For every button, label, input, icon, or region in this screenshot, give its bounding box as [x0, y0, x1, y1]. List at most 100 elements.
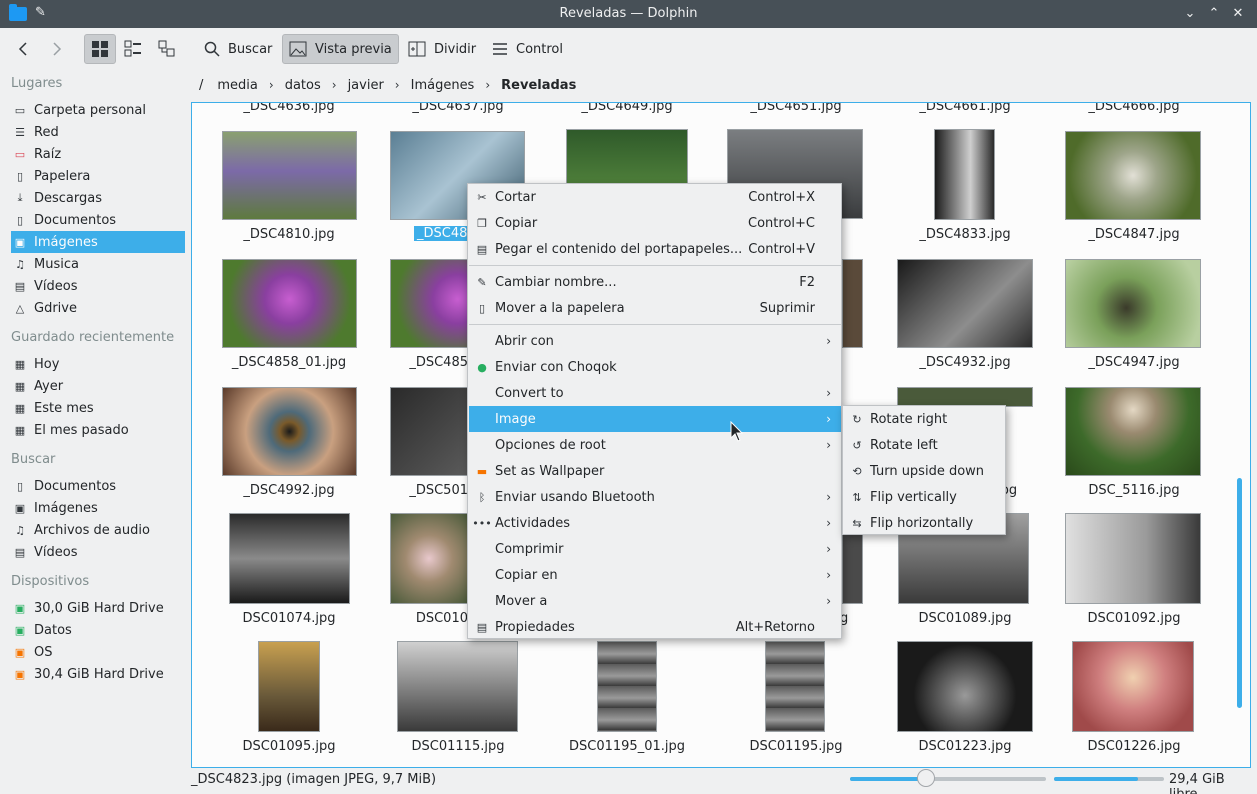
- crumb-root[interactable]: /: [192, 78, 210, 93]
- sidebar-item-search-audio[interactable]: ♫ Archivos de audio: [11, 519, 185, 541]
- file-name[interactable]: _DSC485: [378, 355, 468, 370]
- file-name[interactable]: DSC01089.jpg: [885, 611, 1045, 626]
- image-thumbnail[interactable]: [390, 387, 468, 476]
- menu-item-convert[interactable]: Convert to ›: [469, 380, 841, 406]
- menu-item-copy[interactable]: ❐ Copiar Control+C: [469, 210, 841, 236]
- sidebar-item-search-documents[interactable]: ▯ Documentos: [11, 475, 185, 497]
- menu-item-activities[interactable]: ••• Actividades ›: [469, 510, 841, 536]
- image-thumbnail[interactable]: [597, 641, 657, 732]
- image-thumbnail[interactable]: [390, 513, 468, 604]
- file-name[interactable]: _DSC4666.jpg: [1054, 103, 1214, 114]
- chevron-right-icon[interactable]: ›: [265, 78, 278, 92]
- submenu-item-upside-down[interactable]: ⟲ Turn upside down: [844, 458, 1005, 484]
- sidebar-item-drive-30-4[interactable]: ▣ 30,4 GiB Hard Drive: [11, 663, 185, 685]
- crumb-reveladas[interactable]: Reveladas: [494, 78, 583, 93]
- image-thumbnail[interactable]: [1065, 387, 1201, 476]
- submenu-item-flip-horizontal[interactable]: ⇆ Flip horizontally: [844, 510, 1005, 536]
- menu-item-wallpaper[interactable]: ▬ Set as Wallpaper: [469, 458, 841, 484]
- image-thumbnail[interactable]: [229, 513, 350, 604]
- image-thumbnail[interactable]: [397, 641, 518, 732]
- file-name[interactable]: _DSC4651.jpg: [716, 103, 876, 114]
- forward-button[interactable]: [42, 34, 70, 64]
- vertical-scrollbar[interactable]: [1237, 478, 1242, 708]
- menu-item-root-options[interactable]: Opciones de root ›: [469, 432, 841, 458]
- menu-item-compress[interactable]: Comprimir ›: [469, 536, 841, 562]
- menu-item-paste[interactable]: ▤ Pegar el contenido del portapapeles... C…: [469, 236, 841, 262]
- image-thumbnail[interactable]: [222, 131, 357, 220]
- sidebar-item-downloads[interactable]: ⤓ Descargas: [11, 187, 185, 209]
- file-name[interactable]: DSC01226.jpg: [1054, 739, 1214, 754]
- sidebar-item-home[interactable]: ▭ Carpeta personal: [11, 99, 185, 121]
- chevron-right-icon[interactable]: ›: [391, 78, 404, 92]
- menu-item-rename[interactable]: ✎ Cambiar nombre... F2: [469, 269, 841, 295]
- file-name[interactable]: _DSC4847.jpg: [1054, 227, 1214, 242]
- chevron-right-icon[interactable]: ›: [481, 78, 494, 92]
- minimize-icon[interactable]: ⌄: [1180, 4, 1200, 24]
- menu-item-trash[interactable]: ▯ Mover a la papelera Suprimir: [469, 295, 841, 321]
- sidebar-item-yesterday[interactable]: ▦ Ayer: [11, 375, 185, 397]
- file-name[interactable]: DSC_5116.jpg: [1054, 483, 1214, 498]
- file-name[interactable]: _DSC4637.jpg: [378, 103, 538, 114]
- zoom-slider[interactable]: [850, 777, 1046, 781]
- file-name[interactable]: DSC01195.jpg: [716, 739, 876, 754]
- menu-item-image[interactable]: Image ›: [469, 406, 841, 432]
- image-thumbnail[interactable]: [765, 641, 825, 732]
- sidebar-item-network[interactable]: ☰ Red: [11, 121, 185, 143]
- sidebar-item-last-month[interactable]: ▦ El mes pasado: [11, 419, 185, 441]
- sidebar-item-os[interactable]: ▣ OS: [11, 641, 185, 663]
- menu-item-cut[interactable]: ✂ Cortar Control+X: [469, 184, 841, 210]
- menu-item-copy-to[interactable]: Copiar en ›: [469, 562, 841, 588]
- image-thumbnail[interactable]: [934, 129, 995, 220]
- file-name[interactable]: DSC01195_01.jpg: [547, 739, 707, 754]
- file-name[interactable]: _DSC4858_01.jpg: [209, 355, 369, 370]
- close-icon[interactable]: ✕: [1228, 4, 1248, 24]
- chevron-right-icon[interactable]: ›: [328, 78, 341, 92]
- image-thumbnail[interactable]: [897, 641, 1033, 732]
- file-name[interactable]: _DSC4636.jpg: [209, 103, 369, 114]
- menu-item-move-to[interactable]: Mover a ›: [469, 588, 841, 614]
- control-menu-button[interactable]: Control: [486, 34, 569, 64]
- sidebar-item-drive-30-0[interactable]: ▣ 30,0 GiB Hard Drive: [11, 597, 185, 619]
- crumb-datos[interactable]: datos: [278, 78, 328, 93]
- sidebar-item-music[interactable]: ♫ Musica: [11, 253, 185, 275]
- image-thumbnail[interactable]: [222, 259, 357, 348]
- file-name[interactable]: _DSC4932.jpg: [885, 355, 1045, 370]
- file-name[interactable]: DSC01092.jpg: [1054, 611, 1214, 626]
- compact-view-button[interactable]: [118, 34, 148, 64]
- sidebar-item-root[interactable]: ▭ Raíz: [11, 143, 185, 165]
- image-thumbnail[interactable]: [897, 259, 1033, 348]
- file-name[interactable]: _DSC4661.jpg: [885, 103, 1045, 114]
- image-thumbnail[interactable]: [222, 387, 357, 476]
- maximize-icon[interactable]: ⌃: [1204, 4, 1224, 24]
- sidebar-item-videos[interactable]: ▤ Vídeos: [11, 275, 185, 297]
- sidebar-item-search-videos[interactable]: ▤ Vídeos: [11, 541, 185, 563]
- crumb-imagenes[interactable]: Imágenes: [404, 78, 482, 93]
- menu-item-open-with[interactable]: Abrir con ›: [469, 328, 841, 354]
- file-name[interactable]: _DSC4810.jpg: [209, 227, 369, 242]
- menu-item-properties[interactable]: ▤ Propiedades Alt+Retorno: [469, 614, 841, 640]
- file-name[interactable]: _DSC4992.jpg: [209, 483, 369, 498]
- file-name[interactable]: DSC010: [378, 611, 468, 626]
- back-button[interactable]: [10, 34, 38, 64]
- image-thumbnail[interactable]: [897, 387, 1033, 407]
- details-view-button[interactable]: [152, 34, 182, 64]
- sidebar-item-search-images[interactable]: ▣ Imágenes: [11, 497, 185, 519]
- image-thumbnail[interactable]: [842, 259, 863, 348]
- submenu-item-rotate-left[interactable]: ↺ Rotate left: [844, 432, 1005, 458]
- menu-item-bluetooth[interactable]: ᛒ Enviar usando Bluetooth ›: [469, 484, 841, 510]
- submenu-item-rotate-right[interactable]: ↻ Rotate right: [844, 406, 1005, 432]
- menu-item-choqok[interactable]: ● Enviar con Choqok: [469, 354, 841, 380]
- file-name[interactable]: _DSC4649.jpg: [547, 103, 707, 114]
- file-name[interactable]: DSC01074.jpg: [209, 611, 369, 626]
- file-name[interactable]: DSC01223.jpg: [885, 739, 1045, 754]
- image-thumbnail[interactable]: [1065, 131, 1201, 220]
- search-button[interactable]: Buscar: [198, 34, 278, 64]
- image-thumbnail[interactable]: [566, 129, 688, 185]
- sidebar-item-gdrive[interactable]: △ Gdrive: [11, 297, 185, 319]
- image-thumbnail[interactable]: [1072, 641, 1194, 732]
- sidebar-item-this-month[interactable]: ▦ Este mes: [11, 397, 185, 419]
- sidebar-item-images[interactable]: ▣ Imágenes: [11, 231, 185, 253]
- sidebar-item-datos[interactable]: ▣ Datos: [11, 619, 185, 641]
- image-thumbnail[interactable]: [1065, 513, 1201, 604]
- file-name[interactable]: _DSC501: [378, 483, 468, 498]
